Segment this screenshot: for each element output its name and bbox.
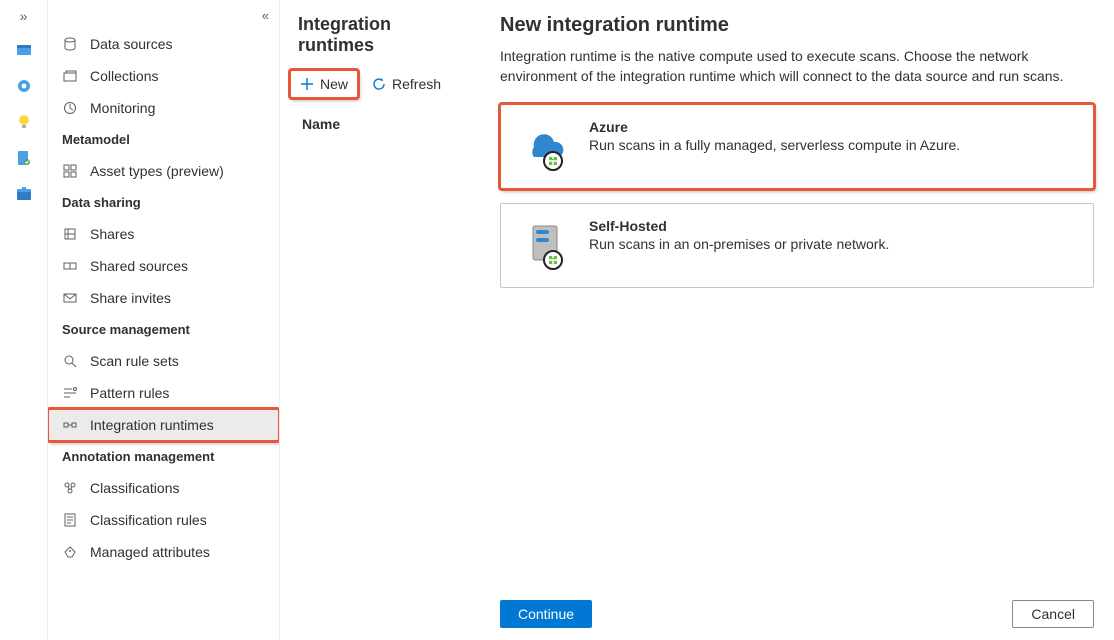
continue-button[interactable]: Continue [500, 600, 592, 628]
rail-icon-discover[interactable] [14, 76, 34, 96]
nav-item-label: Shares [90, 226, 134, 242]
option-title: Azure [589, 119, 960, 135]
nav-item-label: Scan rule sets [90, 353, 179, 369]
nav-item-monitoring[interactable]: Monitoring [48, 92, 279, 124]
refresh-icon [372, 77, 386, 91]
ir-icon [62, 417, 78, 433]
attrs-icon [62, 544, 78, 560]
new-button-label: New [320, 76, 348, 92]
column-header-name[interactable]: Name [280, 102, 480, 140]
server-icon [519, 218, 569, 273]
nav-heading: Data sharing [48, 187, 279, 218]
nav-heading: Source management [48, 314, 279, 345]
nav-item-asset-types-preview-[interactable]: Asset types (preview) [48, 155, 279, 187]
nav-item-collections[interactable]: Collections [48, 60, 279, 92]
new-button[interactable]: New [290, 70, 358, 98]
option-title: Self-Hosted [589, 218, 889, 234]
expand-rail-icon[interactable]: » [20, 8, 28, 24]
option-card-self-hosted[interactable]: Self-Hosted Run scans in an on-premises o… [500, 203, 1094, 288]
rail-icon-management[interactable] [14, 184, 34, 204]
nav-item-scan-rule-sets[interactable]: Scan rule sets [48, 345, 279, 377]
invites-icon [62, 290, 78, 306]
nav-item-label: Managed attributes [90, 544, 210, 560]
class-icon [62, 480, 78, 496]
refresh-button-label: Refresh [392, 76, 441, 92]
rail-icon-datasources[interactable] [14, 40, 34, 60]
nav-item-pattern-rules[interactable]: Pattern rules [48, 377, 279, 409]
sharedsrc-icon [62, 258, 78, 274]
nav-heading: Metamodel [48, 124, 279, 155]
nav-item-classifications[interactable]: Classifications [48, 472, 279, 504]
nav-item-label: Asset types (preview) [90, 163, 224, 179]
nav-item-label: Data sources [90, 36, 172, 52]
option-desc: Run scans in an on-premises or private n… [589, 236, 889, 252]
middle-panel: Integration runtimes New Refresh Name [280, 0, 480, 640]
collections-icon [62, 68, 78, 84]
shares-icon [62, 226, 78, 242]
nav-item-label: Monitoring [90, 100, 155, 116]
right-panel: New integration runtime Integration runt… [480, 0, 1114, 640]
assets-icon [62, 163, 78, 179]
right-title: New integration runtime [500, 14, 1094, 37]
nav-item-shares[interactable]: Shares [48, 218, 279, 250]
nav-item-shared-sources[interactable]: Shared sources [48, 250, 279, 282]
scan-icon [62, 353, 78, 369]
nav-item-label: Classification rules [90, 512, 207, 528]
toolbar: New Refresh [280, 66, 480, 102]
nav-item-label: Shared sources [90, 258, 188, 274]
icon-rail: » [0, 0, 48, 640]
cancel-button[interactable]: Cancel [1012, 600, 1094, 628]
nav-item-managed-attributes[interactable]: Managed attributes [48, 536, 279, 568]
nav-item-integration-runtimes[interactable]: Integration runtimes [48, 409, 279, 441]
option-card-azure[interactable]: Azure Run scans in a fully managed, serve… [500, 104, 1094, 189]
nav-item-label: Collections [90, 68, 158, 84]
nav-panel: « Data sources Collections Monitoring Metam… [48, 0, 280, 640]
rail-icon-insights[interactable] [14, 112, 34, 132]
cloud-icon [519, 119, 569, 174]
option-desc: Run scans in a fully managed, serverless… [589, 137, 960, 153]
nav-item-share-invites[interactable]: Share invites [48, 282, 279, 314]
datasource-icon [62, 36, 78, 52]
right-description: Integration runtime is the native comput… [500, 47, 1094, 86]
rail-icon-policies[interactable] [14, 148, 34, 168]
nav-item-label: Classifications [90, 480, 179, 496]
nav-heading: Annotation management [48, 441, 279, 472]
monitoring-icon [62, 100, 78, 116]
nav-item-label: Pattern rules [90, 385, 169, 401]
nav-item-classification-rules[interactable]: Classification rules [48, 504, 279, 536]
classrules-icon [62, 512, 78, 528]
pattern-icon [62, 385, 78, 401]
collapse-nav-icon[interactable]: « [262, 8, 269, 23]
middle-title: Integration runtimes [280, 14, 480, 66]
nav-item-label: Integration runtimes [90, 417, 214, 433]
footer: Continue Cancel [500, 590, 1094, 628]
nav-item-data-sources[interactable]: Data sources [48, 28, 279, 60]
plus-icon [300, 77, 314, 91]
refresh-button[interactable]: Refresh [362, 70, 451, 98]
nav-item-label: Share invites [90, 290, 171, 306]
